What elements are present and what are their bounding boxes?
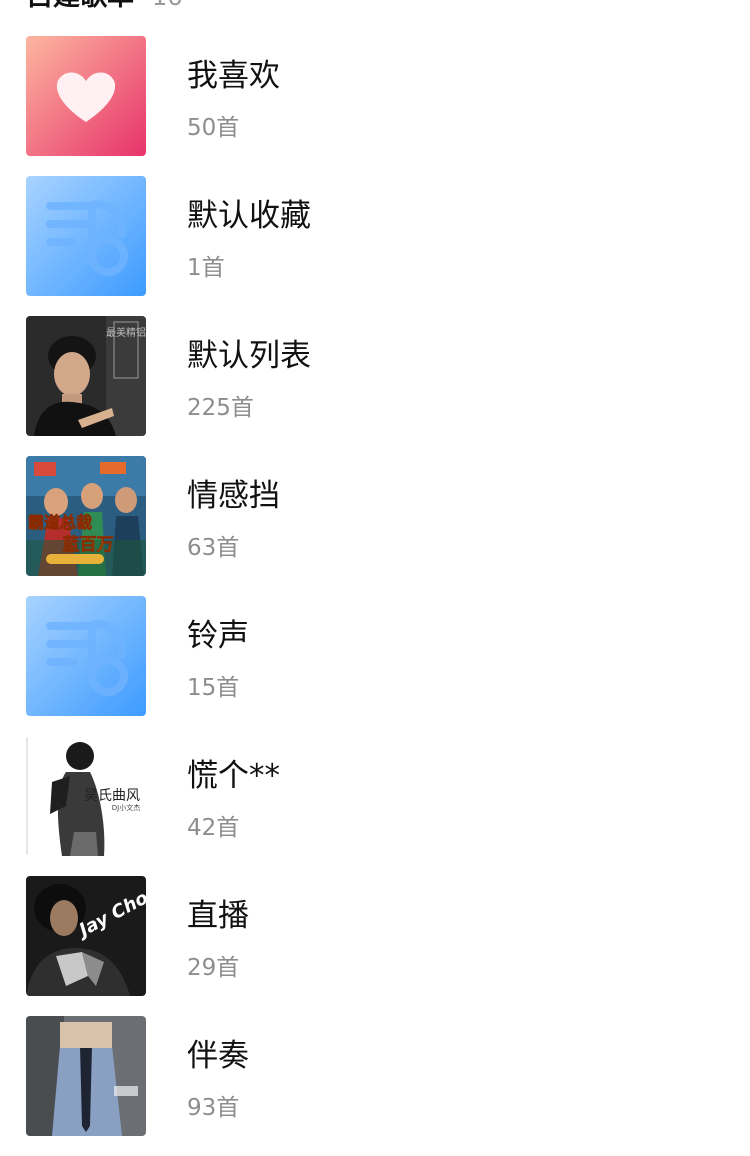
album-cover-image: 吴氏曲风 DJ小文杰 — [26, 736, 146, 856]
playlist-name: 默认列表 — [187, 338, 311, 374]
album-text: 霸道总裁 — [28, 513, 92, 532]
album-text: 吴氏曲风 — [84, 788, 140, 804]
playlist-name: 慌个** — [187, 758, 280, 794]
playlist-count: 1首 — [187, 255, 225, 281]
playlist-item-favorites[interactable]: 我喜欢 50首 — [0, 36, 750, 176]
playlist-item-accompaniment[interactable]: 伴奏 93首 — [0, 1016, 750, 1156]
album-text: 蓝百万 — [63, 535, 114, 555]
playlist-item-huangge[interactable]: 吴氏曲风 DJ小文杰 慌个** 42首 — [0, 736, 750, 876]
album-cover-image: 最美精铝 — [26, 316, 146, 436]
playlist-count: 42首 — [187, 815, 240, 841]
playlist-item-emotion[interactable]: 霸道总裁 蓝百万 情感挡 63首 — [0, 456, 750, 596]
playlist-cover — [26, 176, 146, 296]
playlist-name: 铃声 — [187, 618, 249, 654]
playlist-name: 我喜欢 — [187, 58, 280, 94]
music-note-icon — [26, 596, 146, 716]
playlist-count: 63首 — [187, 535, 240, 561]
playlist-name: 默认收藏 — [187, 198, 311, 234]
music-note-icon — [26, 176, 146, 296]
section-header: 自建歌单 16 — [26, 0, 183, 14]
album-text: 最美精铝 — [106, 326, 146, 339]
playlist-count: 93首 — [187, 1095, 240, 1121]
album-cover-image: Jay Chou — [26, 876, 146, 996]
playlist-list: 我喜欢 50首 默认收藏 1首 最美精铝 默认列表 225首 霸道总裁 蓝百万 … — [0, 36, 750, 1156]
heart-icon — [26, 36, 146, 156]
playlist-item-ringtones[interactable]: 铃声 15首 — [0, 596, 750, 736]
playlist-item-live[interactable]: Jay Chou 直播 29首 — [0, 876, 750, 1016]
playlist-count: 15首 — [187, 675, 240, 701]
playlist-count: 29首 — [187, 955, 240, 981]
album-cover-image — [26, 1016, 146, 1136]
playlist-item-default-collection[interactable]: 默认收藏 1首 — [0, 176, 750, 316]
playlist-name: 直播 — [187, 898, 249, 934]
playlist-name: 伴奏 — [187, 1038, 249, 1074]
playlist-item-default-list[interactable]: 最美精铝 默认列表 225首 — [0, 316, 750, 456]
playlist-cover — [26, 36, 146, 156]
playlist-count: 225首 — [187, 395, 254, 421]
album-cover-image: 霸道总裁 蓝百万 — [26, 456, 146, 576]
album-text: DJ小文杰 — [112, 803, 140, 812]
playlist-name: 情感挡 — [187, 478, 280, 514]
playlist-count: 50首 — [187, 115, 240, 141]
section-count: 16 — [152, 0, 183, 11]
playlist-cover — [26, 596, 146, 716]
section-title: 自建歌单 — [26, 0, 134, 13]
